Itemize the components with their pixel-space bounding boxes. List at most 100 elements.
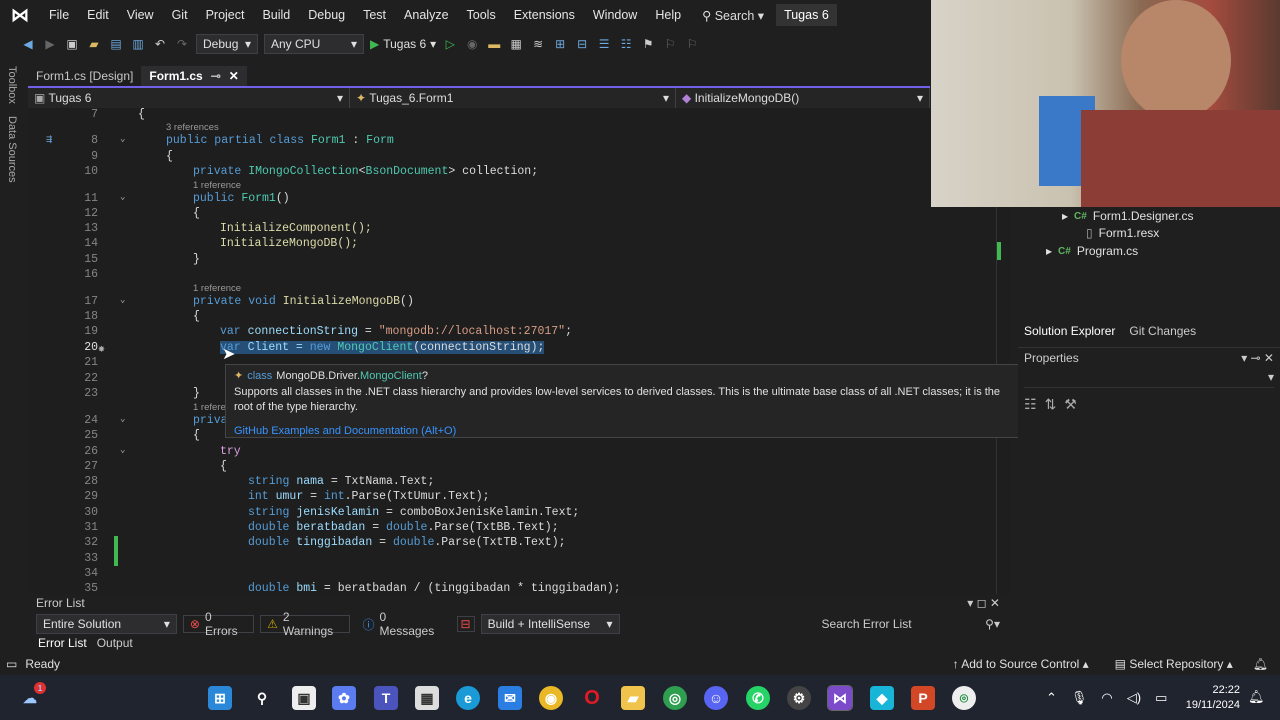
outline-icon[interactable]: ⊟ — [574, 36, 590, 52]
tree-item-form1-designer[interactable]: ▸ C# Form1.Designer.cs — [1062, 209, 1194, 223]
forward-icon[interactable]: ▶ — [42, 36, 58, 52]
notification-bell-icon[interactable]: 🔔︎ — [1248, 689, 1265, 705]
project-dropdown[interactable]: ▣ Tugas 6 ▾ — [28, 88, 350, 108]
tab-git-changes[interactable]: Git Changes — [1129, 324, 1196, 338]
select-repository-button[interactable]: ▤ Select Repository ▴ — [1115, 657, 1233, 671]
lightbulb-icon[interactable]: ✸ — [98, 341, 105, 356]
filter-icon[interactable]: ⊟ — [456, 616, 475, 632]
search-button[interactable]: ⚲ Search ▾ — [702, 8, 764, 23]
menu-debug[interactable]: Debug — [299, 8, 354, 22]
errors-filter[interactable]: ⊗ 0 Errors — [182, 610, 255, 638]
search-icon[interactable]: ⚲ — [250, 686, 274, 710]
object-selector[interactable]: ▾ — [1024, 370, 1274, 388]
opera-icon[interactable]: O — [580, 686, 604, 710]
whatsapp-icon[interactable]: ✆ — [746, 686, 770, 710]
back-icon[interactable]: ◀ — [20, 36, 36, 52]
panel-controls[interactable]: ▾ ◻ ✕ — [967, 596, 1000, 610]
menu-file[interactable]: File — [40, 8, 78, 22]
redo-icon[interactable]: ↷ — [174, 36, 190, 52]
chrome-profile-icon[interactable]: ◎ — [663, 686, 687, 710]
alphabetical-icon[interactable]: ⇅ — [1045, 396, 1057, 413]
menu-git[interactable]: Git — [163, 8, 197, 22]
start-without-debug-icon[interactable]: ▷ — [442, 36, 458, 52]
github-docs-link[interactable]: GitHub Examples and Documentation (Alt+O… — [234, 425, 1016, 437]
source-dropdown[interactable]: Build + IntelliSense ▾ — [480, 614, 620, 634]
undo-icon[interactable]: ↶ — [152, 36, 168, 52]
collapse-icon[interactable]: ⌄ — [120, 134, 125, 144]
error-search-input[interactable]: Search Error List ⚲▾ — [822, 617, 1000, 631]
save-all-icon[interactable]: ▥ — [130, 36, 146, 52]
code-editor[interactable]: 7{ 3 references ⇶ 8 ⌄ public partial class … — [28, 108, 996, 595]
menu-test[interactable]: Test — [354, 8, 395, 22]
menu-window[interactable]: Window — [584, 8, 646, 22]
codelens-references[interactable]: 3 references — [166, 122, 219, 133]
browse-icon[interactable]: ▬ — [486, 36, 502, 52]
menu-edit[interactable]: Edit — [78, 8, 118, 22]
menu-help[interactable]: Help — [646, 8, 690, 22]
microphone-icon[interactable]: 🎙︎ — [1071, 690, 1088, 706]
app-icon[interactable]: ◆ — [870, 686, 894, 710]
tab-output[interactable]: Output — [97, 636, 133, 650]
save-icon[interactable]: ▤ — [108, 36, 124, 52]
settings-gear-icon[interactable]: ⚙ — [787, 686, 811, 710]
bookmark-next-icon[interactable]: ⚐ — [662, 36, 678, 52]
messages-filter[interactable]: ⓘ 0 Messages — [356, 610, 451, 638]
property-pages-icon[interactable]: ⚒ — [1064, 396, 1077, 413]
teams-icon[interactable]: T — [374, 686, 398, 710]
bell-icon[interactable]: 🔔︎ — [1253, 657, 1268, 671]
collapse-icon[interactable]: ⌄ — [120, 414, 125, 424]
menu-project[interactable]: Project — [197, 8, 254, 22]
start-button[interactable]: ▶ Tugas 6 ▾ — [370, 37, 436, 51]
windows-start-icon[interactable]: ⊞ — [208, 686, 232, 710]
tab-error-list[interactable]: Error List — [38, 636, 87, 650]
file-explorer-icon[interactable]: ▰ — [621, 686, 645, 710]
comment-icon[interactable]: ☷ — [618, 36, 634, 52]
member-dropdown[interactable]: ◆ InitializeMongoDB() ▾ — [676, 88, 930, 108]
panel-controls[interactable]: ▾ ⊸ ✕ — [1241, 351, 1274, 365]
bookmark-icon[interactable]: ⚑ — [640, 36, 656, 52]
pin-icon[interactable]: ⊸ — [211, 69, 221, 83]
toolbox-tab[interactable]: Toolbox — [6, 66, 18, 104]
scope-dropdown[interactable]: Entire Solution ▾ — [36, 614, 177, 634]
mongodb-compass-icon[interactable]: ⌾ — [952, 686, 976, 710]
new-item-icon[interactable]: ▣ — [64, 36, 80, 52]
align-icon[interactable]: ⊞ — [552, 36, 568, 52]
bookmark-prev-icon[interactable]: ⚐ — [684, 36, 700, 52]
edge-icon[interactable]: e — [456, 686, 480, 710]
visual-studio-icon[interactable]: ⋈ — [827, 685, 853, 711]
collapse-icon[interactable]: ⌄ — [120, 192, 125, 202]
volume-icon[interactable]: ◁) — [1127, 690, 1141, 706]
hot-reload-icon[interactable]: ◉ — [464, 36, 480, 52]
battery-icon[interactable]: ▭ — [1155, 690, 1167, 706]
menu-analyze[interactable]: Analyze — [395, 8, 457, 22]
codelens-references[interactable]: 1 reference — [193, 283, 241, 294]
tab-form1-cs[interactable]: Form1.cs ⊸ ✕ — [141, 66, 247, 86]
clock[interactable]: 22:22 19/11/2024 — [1186, 683, 1240, 713]
copilot-icon[interactable]: ✿ — [332, 686, 356, 710]
task-view-icon[interactable]: ▣ — [292, 686, 316, 710]
data-sources-tab[interactable]: Data Sources — [6, 116, 18, 183]
add-source-control-button[interactable]: ↑ Add to Source Control ▴ — [953, 657, 1089, 671]
wifi-icon[interactable]: ◠ — [1101, 690, 1112, 706]
open-icon[interactable]: ▰ — [86, 36, 102, 52]
codelens-references[interactable]: 1 refere — [193, 402, 226, 413]
class-dropdown[interactable]: ✦ Tugas_6.Form1 ▾ — [350, 88, 676, 108]
collapse-icon[interactable]: ⌄ — [120, 445, 125, 455]
menu-view[interactable]: View — [118, 8, 163, 22]
chrome-icon[interactable]: ◉ — [539, 686, 563, 710]
codelens-references[interactable]: 1 reference — [193, 180, 241, 191]
menu-tools[interactable]: Tools — [458, 8, 505, 22]
layout-icon[interactable]: ▦ — [508, 36, 524, 52]
weather-icon[interactable]: ☁ 1 — [18, 682, 46, 710]
menu-extensions[interactable]: Extensions — [505, 8, 584, 22]
mail-icon[interactable]: ✉ — [498, 686, 522, 710]
store-icon[interactable]: ▦ — [415, 686, 439, 710]
configuration-dropdown[interactable]: Debug ▾ — [196, 33, 258, 54]
collapse-icon[interactable]: ⌄ — [120, 295, 125, 305]
close-icon[interactable]: ✕ — [229, 69, 239, 83]
format-icon[interactable]: ≋ — [530, 36, 546, 52]
platform-dropdown[interactable]: Any CPU ▾ — [264, 33, 364, 54]
tree-item-program[interactable]: ▸ C# Program.cs — [1046, 244, 1138, 258]
tab-form1-design[interactable]: Form1.cs [Design] — [28, 66, 141, 86]
powerpoint-icon[interactable]: P — [911, 686, 935, 710]
